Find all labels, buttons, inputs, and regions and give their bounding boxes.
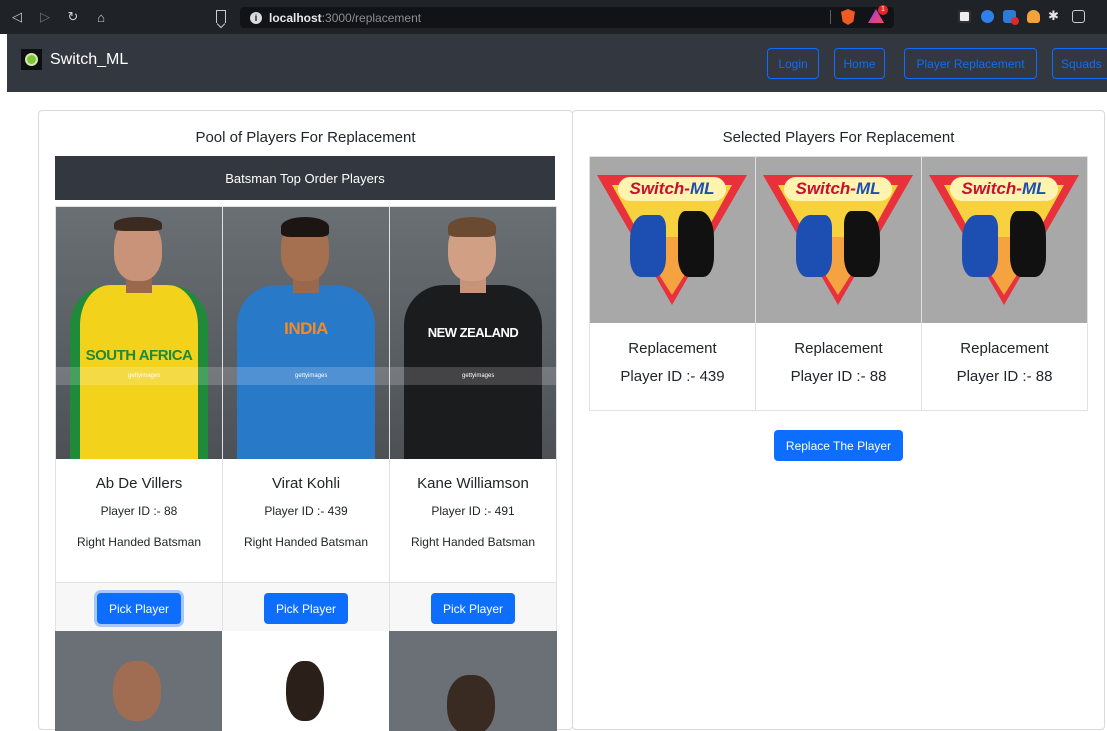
pick-player-button[interactable]: Pick Player: [431, 593, 515, 624]
player-replacement-button[interactable]: Player Replacement: [904, 48, 1037, 79]
login-button[interactable]: Login: [767, 48, 819, 79]
selected-players-card: Selected Players For Replacement Switch-…: [572, 110, 1105, 730]
pick-player-button[interactable]: Pick Player: [97, 593, 181, 624]
pool-title: Pool of Players For Replacement: [195, 129, 416, 146]
watermark: gettyimages: [56, 367, 222, 385]
player-card-ab-de-villers: SOUTH AFRICA gettyimages Ab De Villers P…: [55, 206, 223, 633]
player-photo: INDIA gettyimages: [223, 207, 389, 459]
logo-text-accent: ML: [1021, 179, 1047, 198]
url-host: localhost: [269, 10, 322, 25]
bookmark-icon[interactable]: [216, 10, 226, 23]
player-id: Player ID :- 439: [264, 504, 348, 518]
card-footer: Pick Player: [56, 582, 222, 632]
player-name: Virat Kohli: [271, 475, 341, 492]
home-icon[interactable]: ⌂: [94, 10, 108, 25]
back-icon[interactable]: ◁: [10, 9, 24, 25]
slot-label: Replacement: [794, 340, 883, 357]
jersey-text: SOUTH AFRICA: [85, 347, 193, 364]
notion-extension-icon[interactable]: [958, 10, 971, 23]
toolbar-divider: [830, 10, 831, 24]
replacement-slot: Switch-ML Replacement Player ID :- 88: [755, 156, 922, 411]
player-card-virat-kohli: INDIA gettyimages Virat Kohli Player ID …: [222, 206, 390, 633]
replacement-slot: Switch-ML Replacement Player ID :- 439: [589, 156, 756, 411]
player-id: Player ID :- 88: [100, 504, 178, 518]
extension-icon[interactable]: [1027, 10, 1040, 23]
card-footer: Pick Player: [390, 582, 556, 632]
player-pool-card: Pool of Players For Replacement Batsman …: [38, 110, 573, 731]
brand-name: Switch_ML: [50, 50, 129, 68]
switch-ml-logo: Switch-ML: [756, 157, 921, 323]
squads-button[interactable]: Squads: [1052, 48, 1107, 79]
logo-text: Switch-: [961, 179, 1022, 198]
forward-icon[interactable]: ▷: [38, 9, 52, 25]
slot-player-id: Player ID :- 88: [790, 368, 887, 385]
category-header: Batsman Top Order Players: [55, 156, 555, 200]
pick-player-button[interactable]: Pick Player: [264, 593, 348, 624]
player-id: Player ID :- 491: [431, 504, 515, 518]
logo-text: Switch-: [629, 179, 690, 198]
slot-player-id: Player ID :- 88: [956, 368, 1053, 385]
switch-ml-logo: Switch-ML: [590, 157, 755, 323]
watermark: gettyimages: [223, 367, 389, 385]
slot-label: Replacement: [628, 340, 717, 357]
selected-title: Selected Players For Replacement: [722, 129, 955, 146]
replacement-slot: Switch-ML Replacement Player ID :- 88: [921, 156, 1088, 411]
site-info-icon[interactable]: i: [250, 11, 262, 24]
watermark: gettyimages: [390, 367, 556, 385]
jersey-text: NEW ZEALAND: [427, 325, 519, 340]
player-name: Ab De Villers: [95, 475, 183, 492]
rewards-badge: 1: [878, 5, 888, 15]
player-photo-next: [222, 631, 390, 731]
puzzle-extensions-icon[interactable]: ✱: [1048, 8, 1062, 23]
brand[interactable]: Switch_ML: [21, 49, 128, 70]
browser-toolbar: ◁ ▷ ↻ ⌂ i localhost :3000/replacement 1 …: [0, 0, 1107, 34]
player-photo-next: [389, 631, 557, 731]
brand-logo-icon: [21, 49, 42, 70]
extension-icon[interactable]: [981, 10, 994, 23]
slot-player-id: Player ID :- 439: [620, 368, 725, 385]
logo-text-accent: ML: [855, 179, 881, 198]
logo-text-accent: ML: [689, 179, 715, 198]
player-role: Right Handed Batsman: [76, 535, 202, 549]
player-photo: NEW ZEALAND gettyimages: [390, 207, 556, 459]
player-card-kane-williamson: NEW ZEALAND gettyimages Kane Williamson …: [389, 206, 557, 633]
slot-label: Replacement: [960, 340, 1049, 357]
card-footer: Pick Player: [223, 582, 389, 632]
wallet-icon[interactable]: [1072, 10, 1085, 23]
home-button[interactable]: Home: [834, 48, 885, 79]
switch-ml-logo: Switch-ML: [922, 157, 1087, 323]
url-path: :3000/replacement: [321, 10, 422, 25]
extension-badge: [1011, 17, 1019, 25]
site-navbar: Switch_ML Login Home Player Replacement …: [7, 34, 1107, 92]
jersey-text: INDIA: [284, 319, 328, 338]
player-name: Kane Williamson: [417, 475, 529, 492]
player-role: Right Handed Batsman: [410, 535, 536, 549]
player-photo-next: [55, 631, 223, 731]
reload-icon[interactable]: ↻: [66, 9, 80, 25]
player-photo: SOUTH AFRICA gettyimages: [56, 207, 222, 459]
player-role: Right Handed Batsman: [243, 535, 369, 549]
address-bar[interactable]: i localhost :3000/replacement: [240, 7, 894, 28]
replace-player-button[interactable]: Replace The Player: [774, 430, 903, 461]
logo-text: Switch-: [795, 179, 856, 198]
